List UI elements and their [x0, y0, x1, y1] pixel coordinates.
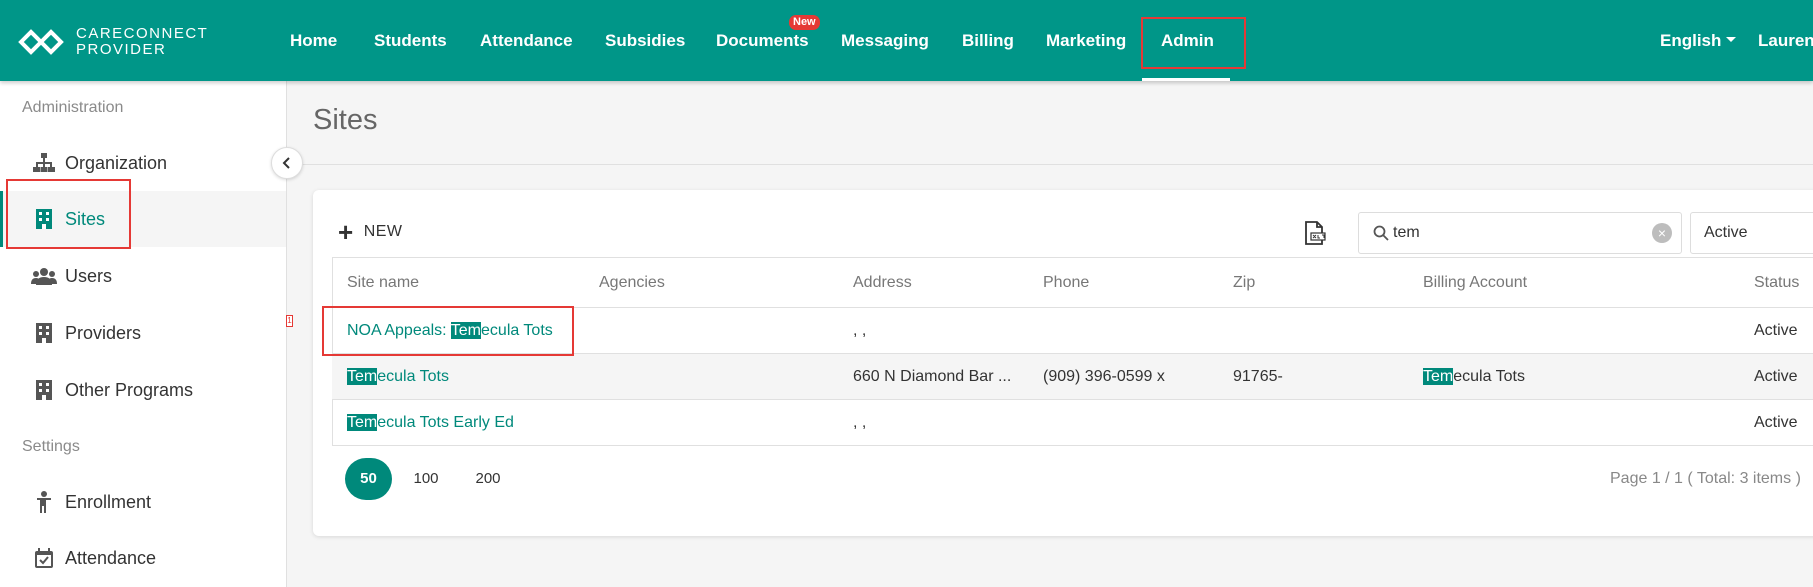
sidebar-item-providers[interactable]: Providers [0, 305, 286, 361]
nav-subsidies[interactable]: Subsidies [605, 0, 685, 81]
billing-account-cell: Temecula Tots [1423, 368, 1525, 386]
nav-marketing[interactable]: Marketing [1046, 0, 1126, 81]
page-size-100-button[interactable]: 100 [404, 458, 448, 500]
search-icon [1373, 225, 1389, 241]
sites-highlight-box [6, 179, 131, 249]
status-filter-select[interactable]: Active [1690, 212, 1813, 254]
status-cell: Active [1754, 322, 1798, 339]
nav-home[interactable]: Home [290, 0, 337, 81]
brand-line1: CARECONNECT [76, 25, 209, 42]
column-billing-account[interactable]: Billing Account [1423, 274, 1527, 292]
site-name-link[interactable]: Temecula Tots Early Ed [347, 414, 514, 432]
chevron-left-icon [282, 157, 290, 169]
site-name-link[interactable]: Temecula Tots [347, 368, 449, 386]
documents-new-badge: New [789, 15, 820, 30]
sidebar-item-label: Enrollment [65, 491, 152, 512]
column-address[interactable]: Address [853, 274, 912, 292]
row-highlight-box [322, 306, 574, 356]
column-status[interactable]: Status [1754, 274, 1799, 292]
building-icon [31, 321, 57, 345]
nav-documents[interactable]: Documents [716, 0, 809, 81]
nav-students[interactable]: Students [374, 0, 447, 81]
sidebar: Administration Organization Sites Users … [0, 81, 287, 587]
title-divider [287, 164, 1813, 165]
admin-highlight-box [1141, 17, 1246, 69]
page-size-200-button[interactable]: 200 [465, 458, 511, 500]
export-file-icon[interactable] [1304, 221, 1326, 245]
table-row[interactable]: Temecula Tots 660 N Diamond Bar ... (909… [332, 354, 1813, 400]
sidebar-item-attendance[interactable]: Attendance [0, 530, 286, 586]
brand-line2: PROVIDER [76, 41, 167, 58]
pagination-info: Page 1 / 1 ( Total: 3 items ) [1610, 470, 1801, 487]
page-title: Sites [313, 104, 378, 136]
search-highlight: Tem [347, 414, 378, 431]
address-cell: 660 N Diamond Bar ... [853, 368, 1012, 385]
search-highlight: Tem [347, 368, 378, 385]
users-icon [31, 264, 57, 288]
search-highlight: Tem [1423, 368, 1454, 385]
sidebar-section-settings: Settings [22, 438, 80, 455]
address-cell: , , [853, 414, 867, 431]
language-label: English [1660, 31, 1722, 50]
column-agencies[interactable]: Agencies [599, 274, 665, 292]
person-icon [31, 490, 57, 514]
caret-down-icon [1726, 37, 1737, 43]
nav-messaging[interactable]: Messaging [841, 0, 929, 81]
careconnect-logo-icon [18, 29, 64, 55]
sidebar-item-other-programs[interactable]: Other Programs [0, 362, 286, 418]
column-site-name[interactable]: Site name [347, 274, 419, 292]
nav-attendance[interactable]: Attendance [480, 0, 573, 81]
sidebar-marker: 1 [286, 315, 293, 327]
brand-text: CARECONNECT PROVIDER [76, 26, 208, 58]
new-site-button[interactable]: + NEW [338, 218, 403, 246]
sidebar-item-label: Attendance [65, 547, 157, 568]
language-dropdown[interactable]: English [1660, 0, 1737, 81]
user-menu[interactable]: Lauren [1758, 0, 1813, 81]
brand-logo[interactable]: CARECONNECT PROVIDER [18, 26, 208, 58]
org-chart-icon [31, 151, 57, 175]
search-field[interactable]: × [1358, 212, 1682, 254]
table-row[interactable]: Temecula Tots Early Ed , , Active [332, 400, 1813, 446]
plus-icon: + [338, 217, 354, 247]
address-cell: , , [853, 322, 867, 339]
nav-billing[interactable]: Billing [962, 0, 1014, 81]
sidebar-marker-label: 1 [287, 316, 292, 325]
phone-cell: (909) 396-0599 x [1043, 368, 1165, 385]
sidebar-active-indicator [0, 191, 3, 247]
status-cell: Active [1754, 368, 1798, 385]
sidebar-item-label: Users [65, 265, 113, 286]
building-icon [31, 378, 57, 402]
status-cell: Active [1754, 414, 1798, 431]
table-header: Site name Agencies Address Phone Zip Bil… [332, 257, 1813, 308]
sidebar-collapse-button[interactable] [271, 147, 303, 179]
search-input[interactable] [1393, 224, 1653, 242]
site-name-suffix: ecula Tots Early Ed [377, 414, 514, 431]
zip-cell: 91765- [1233, 368, 1283, 385]
calendar-check-icon [31, 546, 57, 570]
sidebar-item-label: Other Programs [65, 379, 194, 400]
sidebar-item-users[interactable]: Users [0, 248, 286, 304]
sidebar-section-administration: Administration [22, 99, 124, 116]
column-zip[interactable]: Zip [1233, 274, 1255, 292]
nav-active-indicator [1142, 78, 1230, 81]
sidebar-item-enrollment[interactable]: Enrollment [0, 474, 286, 530]
site-name-suffix: ecula Tots [377, 368, 449, 385]
clear-search-icon[interactable]: × [1652, 223, 1672, 243]
top-navbar: CARECONNECT PROVIDER Home Students Atten… [0, 0, 1813, 81]
billing-account-suffix: ecula Tots [1453, 368, 1525, 385]
page-size-50-button[interactable]: 50 [345, 458, 392, 500]
sidebar-item-label: Providers [65, 322, 142, 343]
new-button-label: NEW [363, 223, 403, 240]
column-phone[interactable]: Phone [1043, 274, 1089, 292]
sidebar-item-label: Organization [65, 152, 168, 173]
